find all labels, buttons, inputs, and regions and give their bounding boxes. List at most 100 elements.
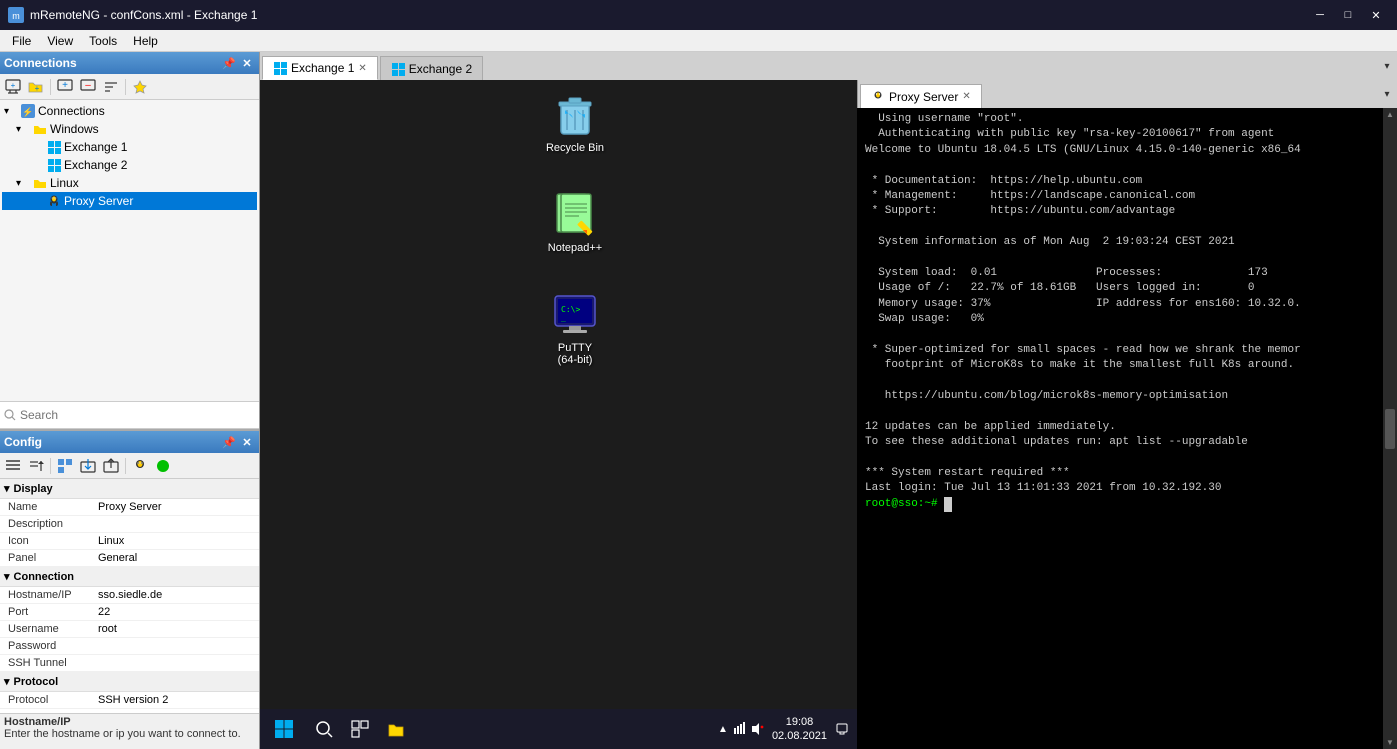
- term-line-25: Last login: Tue Jul 13 11:01:33 2021 fro…: [865, 481, 1375, 496]
- tab-proxy[interactable]: Proxy Server ✕: [860, 84, 982, 108]
- tree-item-exchange1[interactable]: Exchange 1: [2, 138, 257, 156]
- scroll-down[interactable]: ▼: [1386, 738, 1394, 747]
- tab-proxy-label: Proxy Server: [889, 90, 958, 104]
- tree-label-exchange1: Exchange 1: [64, 140, 127, 154]
- new-folder-button[interactable]: +: [25, 77, 47, 97]
- taskbar-taskview[interactable]: [348, 717, 372, 741]
- ssh-tab-dropdown[interactable]: ▾: [1379, 80, 1395, 108]
- config-view1-button[interactable]: [2, 456, 24, 476]
- desktop-icon-notepad[interactable]: Notepad++: [535, 190, 615, 254]
- new-connection-button[interactable]: +: [2, 77, 24, 97]
- scroll-up[interactable]: ▲: [1386, 110, 1394, 119]
- close-panel-icon[interactable]: ✕: [239, 55, 255, 71]
- minimize-button[interactable]: ─: [1307, 5, 1333, 25]
- desktop-icon-putty[interactable]: C:\> _ PuTTY(64-bit): [535, 290, 615, 366]
- tab-exchange1-close[interactable]: ✕: [358, 63, 366, 74]
- config-port-label: Port: [8, 606, 98, 618]
- title-bar: m mRemoteNG - confCons.xml - Exchange 1 …: [0, 0, 1397, 30]
- tree-item-windows[interactable]: ▾ Windows: [2, 120, 257, 138]
- sort-button[interactable]: [100, 77, 122, 97]
- config-import-button[interactable]: [100, 456, 122, 476]
- config-pass-row: Password: [0, 638, 259, 655]
- pin-config-icon[interactable]: 📌: [221, 434, 237, 450]
- config-sort-button[interactable]: [25, 456, 47, 476]
- config-panel-row: Panel General: [0, 550, 259, 567]
- search-box: [0, 401, 259, 429]
- config-export-button[interactable]: [77, 456, 99, 476]
- maximize-button[interactable]: □: [1335, 5, 1361, 25]
- config-tunnel-label: SSH Tunnel: [8, 657, 98, 669]
- term-line-16: * Super-optimized for small spaces - rea…: [865, 343, 1375, 358]
- tree-label-windows: Windows: [50, 122, 99, 136]
- status-description: Enter the hostname or ip you want to con…: [4, 728, 255, 740]
- tab-exchange2[interactable]: Exchange 2: [380, 56, 483, 80]
- taskbar-search[interactable]: [312, 717, 336, 741]
- star-button[interactable]: [129, 77, 151, 97]
- protocol-section-header[interactable]: ▾ Protocol: [0, 672, 259, 692]
- remove-button[interactable]: –: [77, 77, 99, 97]
- notepad-label: Notepad++: [548, 242, 602, 254]
- tree-item-proxy[interactable]: Proxy Server: [2, 192, 257, 210]
- notepad-icon: [551, 190, 599, 238]
- search-input[interactable]: [20, 408, 255, 422]
- connection-section-header[interactable]: ▾ Connection: [0, 567, 259, 587]
- terminal-scrollbar[interactable]: ▲ ▼: [1383, 108, 1397, 749]
- tab-exchange1[interactable]: Exchange 1 ✕: [262, 56, 378, 80]
- config-protocol-row: Protocol SSH version 2: [0, 692, 259, 709]
- config-hostname-row: Hostname/IP sso.siedle.de: [0, 587, 259, 604]
- tab-proxy-close[interactable]: ✕: [962, 91, 970, 102]
- config-pass-label: Password: [8, 640, 98, 652]
- config-name-label: Name: [8, 501, 98, 513]
- folder-icon: [33, 176, 47, 190]
- menu-tools[interactable]: Tools: [81, 32, 125, 50]
- config-hostname-value: sso.siedle.de: [98, 589, 251, 601]
- display-section-header[interactable]: ▾ Display: [0, 479, 259, 499]
- close-config-icon[interactable]: ✕: [239, 434, 255, 450]
- linux-config-icon[interactable]: [129, 456, 151, 476]
- recycle-bin-icon: [551, 90, 599, 138]
- add-button[interactable]: +: [54, 77, 76, 97]
- menu-help[interactable]: Help: [125, 32, 166, 50]
- taskbar-right: ▲ 19:08 02.08.2021: [718, 715, 849, 744]
- display-section-title: Display: [14, 483, 53, 495]
- tree-label-exchange2: Exchange 2: [64, 158, 127, 172]
- config-cat-button[interactable]: [54, 456, 76, 476]
- collapse-icon: ▾: [16, 124, 30, 135]
- network-icon: [732, 722, 746, 736]
- tab-dropdown-button[interactable]: ▾: [1379, 52, 1395, 80]
- term-line-9: System information as of Mon Aug 2 19:03…: [865, 235, 1375, 250]
- pin-icon[interactable]: 📌: [221, 55, 237, 71]
- svg-text:+: +: [35, 84, 40, 93]
- start-button[interactable]: [268, 713, 300, 745]
- close-button[interactable]: ✕: [1363, 5, 1389, 25]
- taskbar-explorer[interactable]: [384, 717, 408, 741]
- config-name-row: Name Proxy Server: [0, 499, 259, 516]
- ssh-terminal[interactable]: Using username "root". Authenticating wi…: [857, 108, 1383, 749]
- putty-label: PuTTY(64-bit): [558, 342, 593, 366]
- menu-view[interactable]: View: [39, 32, 81, 50]
- exchange1-desktop: Recycle Bin: [260, 80, 857, 749]
- tree-item-linux[interactable]: ▾ Linux: [2, 174, 257, 192]
- menu-file[interactable]: File: [4, 32, 39, 50]
- config-tunnel-value: [98, 657, 251, 669]
- term-line-24: *** System restart required ***: [865, 466, 1375, 481]
- config-panel-label: Panel: [8, 552, 98, 564]
- tree-item-root[interactable]: ▾ ⚡ Connections: [2, 102, 257, 120]
- term-line-3: Welcome to Ubuntu 18.04.5 LTS (GNU/Linux…: [865, 143, 1375, 158]
- config-protocol-value: SSH version 2: [98, 694, 251, 706]
- config-panel-title: Config: [4, 435, 42, 449]
- connections-toolbar: + + + –: [0, 74, 259, 100]
- desktop-icon-recycle[interactable]: Recycle Bin: [535, 90, 615, 154]
- connection-tree: ▾ ⚡ Connections ▾ Windows Exchange 1: [0, 100, 259, 401]
- scroll-thumb[interactable]: [1385, 409, 1395, 449]
- tree-item-exchange2[interactable]: Exchange 2: [2, 156, 257, 174]
- app-icon: m: [8, 7, 24, 23]
- windows-icon: [47, 140, 61, 154]
- taskbar-left: [268, 713, 408, 745]
- connections-panel-title: Connections: [4, 56, 77, 70]
- tray-icons: ▲: [718, 722, 764, 736]
- term-line-4: [865, 158, 1375, 173]
- config-panel-header: Config 📌 ✕: [0, 431, 259, 453]
- taskbar-clock[interactable]: 19:08 02.08.2021: [772, 715, 827, 744]
- config-tunnel-row: SSH Tunnel: [0, 655, 259, 672]
